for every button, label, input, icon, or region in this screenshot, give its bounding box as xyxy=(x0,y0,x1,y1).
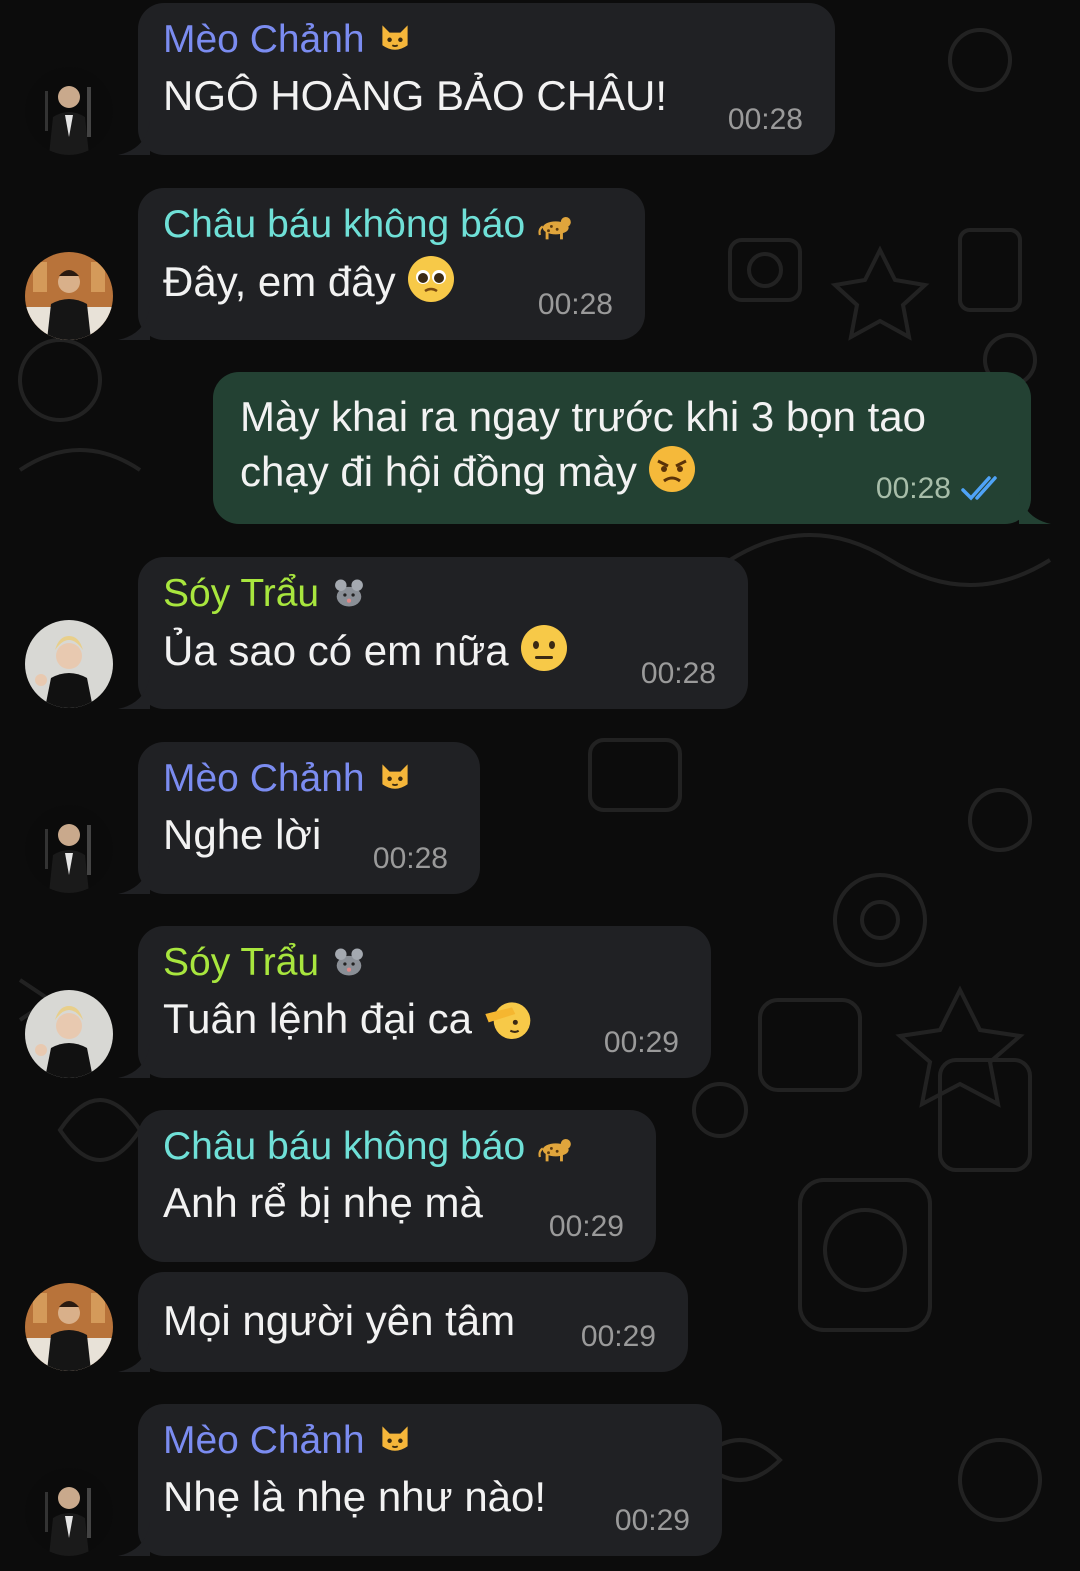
message-text: chạy đi hội đồng mày xyxy=(240,448,637,495)
sender-name: Mèo Chảnh xyxy=(163,1416,413,1466)
message-text: Tuân lệnh đại ca xyxy=(163,995,472,1042)
leopard-icon xyxy=(537,1126,573,1162)
message-timestamp: 00:28 xyxy=(875,472,951,505)
message-text: Nhẹ là nhẹ như nào! xyxy=(163,1473,547,1520)
bubble-tail xyxy=(1019,490,1051,524)
incoming-message-bubble[interactable]: Sóy Trẩu Ủa sao có em nữa 00:28 xyxy=(118,557,748,709)
cat-face-icon xyxy=(377,758,413,794)
avatar-man-suit-dark xyxy=(25,805,113,893)
bubble-tail xyxy=(118,860,150,894)
message-text-line: Ủa sao có em nữa xyxy=(163,623,569,678)
avatar[interactable] xyxy=(25,990,113,1078)
avatar-blond-man xyxy=(25,990,113,1078)
message-timestamp: 00:28 xyxy=(727,103,803,136)
rat-icon xyxy=(331,573,367,609)
message-timestamp: 00:29 xyxy=(603,1026,679,1059)
message-timestamp: 00:28 xyxy=(640,657,716,690)
avatar-man-warm-room xyxy=(25,1283,113,1371)
sender-name: Sóy Trẩu xyxy=(163,938,367,988)
sender-name: Mèo Chảnh xyxy=(163,15,413,65)
bubble-tail xyxy=(118,306,150,340)
sender-name: Sóy Trẩu xyxy=(163,569,367,619)
bubble-tail xyxy=(118,121,150,155)
incoming-message-bubble[interactable]: Mèo Chảnh NGÔ HOÀNG BẢO CHÂU! 00:28 xyxy=(118,3,835,155)
avatar[interactable] xyxy=(25,1283,113,1371)
message-timestamp: 00:29 xyxy=(548,1210,624,1243)
message-text: Mày khai ra ngay trước khi 3 bọn tao xyxy=(240,393,926,440)
sender-name-text: Mèo Chảnh xyxy=(163,18,365,61)
bubble-tail xyxy=(118,1338,150,1372)
avatar-man-warm-room xyxy=(25,252,113,340)
incoming-message-bubble[interactable]: Châu báu không báo Anh rể bị nhẹ mà 00:29 xyxy=(138,1110,656,1262)
message-text: Đây, em đây xyxy=(163,258,396,305)
message-text: Ủa sao có em nữa xyxy=(163,627,509,674)
incoming-message-bubble[interactable]: Mèo Chảnh Nghe lời 00:28 xyxy=(118,742,480,894)
avatar[interactable] xyxy=(25,1468,113,1556)
message-timestamp: 00:28 xyxy=(537,288,613,321)
leopard-icon xyxy=(537,204,573,240)
message-text-line: Nghe lời xyxy=(163,808,321,862)
avatar-blond-man xyxy=(25,620,113,708)
avatar[interactable] xyxy=(25,67,113,155)
rat-icon xyxy=(331,942,367,978)
message-text: Mọi người yên tâm xyxy=(163,1297,516,1344)
pleading-face-icon xyxy=(406,254,456,304)
sender-name-text: Châu báu không báo xyxy=(163,203,526,246)
bubble-tail xyxy=(118,675,150,709)
message-text: Nghe lời xyxy=(163,811,322,858)
message-timestamp: 00:29 xyxy=(580,1320,656,1353)
incoming-message-bubble[interactable]: Châu báu không báo Đây, em đây 00:28 xyxy=(118,188,645,340)
sender-name-text: Sóy Trẩu xyxy=(163,941,320,984)
avatar-man-suit-dark xyxy=(25,1468,113,1556)
message-text-line: Nhẹ là nhẹ như nào! xyxy=(163,1470,546,1524)
avatar[interactable] xyxy=(25,805,113,893)
message-text-line: Anh rể bị nhẹ mà xyxy=(163,1176,483,1230)
sender-name: Châu báu không báo xyxy=(163,1122,573,1172)
message-text-line: NGÔ HOÀNG BẢO CHÂU! xyxy=(163,69,667,123)
chat-area[interactable]: Mèo Chảnh NGÔ HOÀNG BẢO CHÂU! 00:28 Châu bá… xyxy=(0,0,1080,1571)
cat-face-icon xyxy=(377,1420,413,1456)
incoming-message-bubble[interactable]: Mọi người yên tâm 00:29 xyxy=(118,1272,688,1372)
bubble-tail xyxy=(118,1522,150,1556)
message-text: NGÔ HOÀNG BẢO CHÂU! xyxy=(163,72,668,119)
neutral-face-icon xyxy=(519,623,569,673)
message-timestamp: 00:29 xyxy=(614,1504,690,1537)
message-text-line: Tuân lệnh đại ca xyxy=(163,992,532,1049)
saluting-face-icon xyxy=(482,999,532,1049)
message-text-line: Đây, em đây xyxy=(163,254,456,309)
incoming-message-bubble[interactable]: Sóy Trẩu Tuân lệnh đại ca 00:29 xyxy=(118,926,711,1078)
avatar[interactable] xyxy=(25,252,113,340)
sender-name: Châu báu không báo xyxy=(163,200,573,250)
bubble-tail xyxy=(118,1044,150,1078)
sender-name-text: Mèo Chảnh xyxy=(163,1419,365,1462)
message-timestamp: 00:28 xyxy=(372,842,448,875)
message-text-line: Mọi người yên tâm xyxy=(163,1294,515,1348)
sender-name-text: Sóy Trẩu xyxy=(163,572,320,615)
sender-name-text: Mèo Chảnh xyxy=(163,757,365,800)
incoming-message-bubble[interactable]: Mèo Chảnh Nhẹ là nhẹ như nào! 00:29 xyxy=(118,1404,722,1556)
avatar[interactable] xyxy=(25,620,113,708)
angry-face-icon xyxy=(647,444,697,494)
sender-name-text: Châu báu không báo xyxy=(163,1125,526,1168)
message-text-line: Mày khai ra ngay trước khi 3 bọn tao xyxy=(240,390,926,444)
read-receipt-icon xyxy=(961,474,1005,502)
sender-name: Mèo Chảnh xyxy=(163,754,413,804)
message-text: Anh rể bị nhẹ mà xyxy=(163,1179,483,1226)
cat-face-icon xyxy=(377,19,413,55)
avatar-man-suit-dark xyxy=(25,67,113,155)
outgoing-message-bubble[interactable]: Mày khai ra ngay trước khi 3 bọn tao chạy… xyxy=(213,372,1051,524)
message-text-line: chạy đi hội đồng mày xyxy=(240,444,697,499)
